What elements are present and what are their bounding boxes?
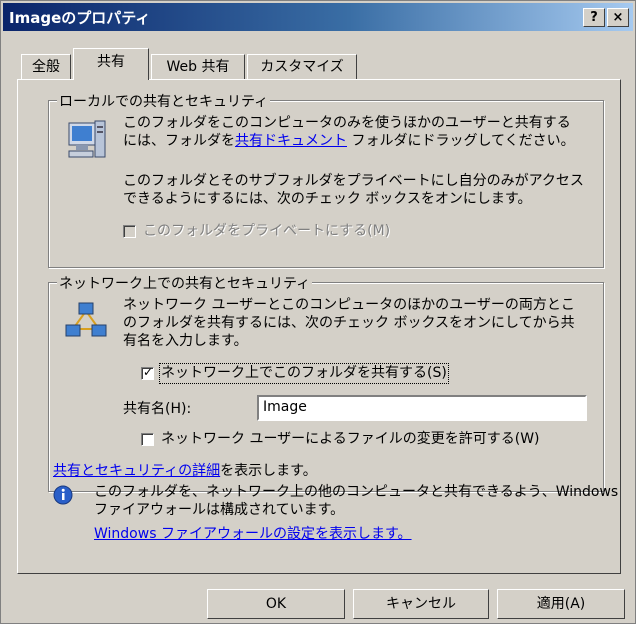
local-sharing-group: ローカルでの共有とセキュリティ このフォルダをこのコンピュータのみを使うほかのユ… bbox=[48, 91, 604, 268]
shared-documents-link[interactable]: 共有ドキュメント bbox=[235, 133, 347, 149]
local-sharing-legend: ローカルでの共有とセキュリティ bbox=[57, 91, 271, 111]
local-desc-line2-prefix: には、フォルダを bbox=[123, 133, 235, 149]
cancel-button[interactable]: キャンセル bbox=[353, 589, 489, 619]
help-button[interactable]: ? bbox=[583, 8, 605, 27]
tab-customize[interactable]: カスタマイズ bbox=[247, 54, 357, 80]
sharing-panel: ローカルでの共有とセキュリティ このフォルダをこのコンピュータのみを使うほかのユ… bbox=[17, 79, 621, 574]
share-name-label: 共有名(H): bbox=[123, 401, 192, 417]
ok-button[interactable]: OK bbox=[207, 589, 345, 619]
network-desc-line1: ネットワーク ユーザーとこのコンピュータのほかのユーザーの両方とこ bbox=[123, 297, 575, 313]
firewall-desc-line2: ファイアウォールは構成されています。 bbox=[94, 502, 345, 518]
private-checkbox[interactable] bbox=[123, 225, 136, 238]
details-suffix: を表示します。 bbox=[220, 463, 317, 479]
info-icon bbox=[53, 485, 73, 505]
share-name-input[interactable]: Image bbox=[257, 395, 587, 421]
apply-button[interactable]: 適用(A) bbox=[497, 589, 625, 619]
checkmark-icon: ✓ bbox=[143, 365, 154, 379]
sharing-security-details-link[interactable]: 共有とセキュリティの詳細 bbox=[53, 463, 220, 479]
title-bar[interactable]: Imageのプロパティ ? × bbox=[3, 3, 633, 31]
tab-web-sharing[interactable]: Web 共有 bbox=[151, 54, 245, 80]
firewall-settings-link[interactable]: Windows ファイアウォールの設定を表示します。 bbox=[94, 526, 412, 543]
firewall-desc-line1: このフォルダを、ネットワーク上の他のコンピュータと共有できるよう、Windows bbox=[94, 484, 619, 500]
allow-change-checkbox[interactable] bbox=[141, 433, 154, 446]
network-desc-line3: 有名を入力します。 bbox=[123, 333, 248, 349]
network-sharing-legend: ネットワーク上での共有とセキュリティ bbox=[57, 273, 313, 293]
local-desc-line4: できるようにするには、次のチェック ボックスをオンにします。 bbox=[123, 191, 532, 207]
allow-change-checkbox-label: ネットワーク ユーザーによるファイルの変更を許可する(W) bbox=[161, 431, 540, 447]
tab-general[interactable]: 全般 bbox=[21, 54, 71, 80]
network-icon bbox=[65, 302, 107, 337]
window-title: Imageのプロパティ bbox=[9, 9, 151, 27]
computer-icon bbox=[68, 120, 106, 158]
network-sharing-group: ネットワーク上での共有とセキュリティ ネットワーク ユーザーとこのコンピュータの… bbox=[48, 273, 604, 492]
network-desc-line2: のフォルダを共有するには、次のチェック ボックスをオンにしてから共 bbox=[123, 315, 575, 331]
details-line: 共有とセキュリティの詳細を表示します。 bbox=[53, 463, 317, 480]
close-button[interactable]: × bbox=[607, 8, 629, 27]
share-network-checkbox[interactable]: ✓ bbox=[141, 365, 154, 380]
local-desc-line1: このフォルダをこのコンピュータのみを使うほかのユーザーと共有する bbox=[123, 115, 571, 131]
local-desc-line3: このフォルダとそのサブフォルダをプライベートにし自分のみがアクセス bbox=[123, 173, 584, 189]
share-network-checkbox-label: ネットワーク上でこのフォルダを共有する(S) bbox=[159, 363, 449, 384]
properties-dialog: Imageのプロパティ ? × 全般 共有 Web 共有 カスタマイズ ローカル… bbox=[0, 0, 636, 624]
private-checkbox-label: このフォルダをプライベートにする(M) bbox=[143, 223, 391, 239]
local-desc-line2-suffix: フォルダにドラッグしてください。 bbox=[347, 133, 575, 149]
tab-sharing[interactable]: 共有 bbox=[73, 48, 149, 80]
local-desc-line2: には、フォルダを共有ドキュメント フォルダにドラッグしてください。 bbox=[123, 133, 575, 150]
